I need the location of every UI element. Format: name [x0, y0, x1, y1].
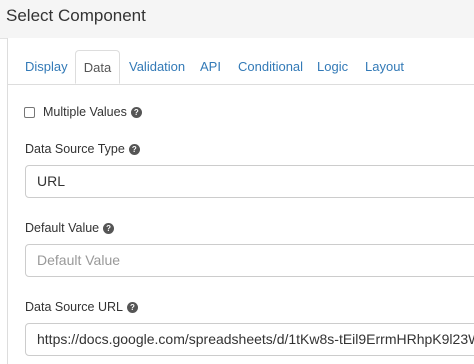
data-source-url-label-row: Data Source URL ? [25, 299, 138, 315]
data-source-type-label: Data Source Type [25, 142, 125, 156]
question-circle-icon[interactable]: ? [128, 143, 140, 155]
multiple-values-label: Multiple Values [43, 105, 127, 119]
component-settings-panel [7, 38, 474, 364]
dialog-header: Select Component [0, 0, 474, 39]
data-source-type-label-row: Data Source Type ? [25, 141, 140, 157]
data-source-url-input[interactable]: https://docs.google.com/spreadsheets/d/1… [25, 323, 474, 356]
question-circle-icon[interactable]: ? [126, 301, 138, 313]
question-circle-icon[interactable]: ? [103, 222, 115, 234]
tab-data[interactable]: Data [75, 50, 120, 84]
tab-logic[interactable]: Logic [317, 50, 348, 84]
data-source-type-select[interactable]: URL [25, 165, 474, 198]
data-source-url-label: Data Source URL [25, 300, 123, 314]
tab-bar: Display Data Validation API Conditional … [7, 50, 474, 85]
default-value-label-row: Default Value ? [25, 220, 115, 236]
tab-conditional[interactable]: Conditional [238, 50, 303, 84]
default-value-input[interactable]: Default Value [25, 244, 474, 277]
tab-display[interactable]: Display [25, 50, 68, 84]
multiple-values-row: Multiple Values ? [24, 103, 142, 121]
tab-layout[interactable]: Layout [365, 50, 404, 84]
tab-api[interactable]: API [200, 50, 221, 84]
question-circle-icon[interactable]: ? [130, 106, 142, 118]
dialog-title: Select Component [6, 6, 146, 25]
tab-validation[interactable]: Validation [129, 50, 185, 84]
multiple-values-checkbox[interactable] [24, 106, 35, 118]
default-value-label: Default Value [25, 221, 100, 235]
